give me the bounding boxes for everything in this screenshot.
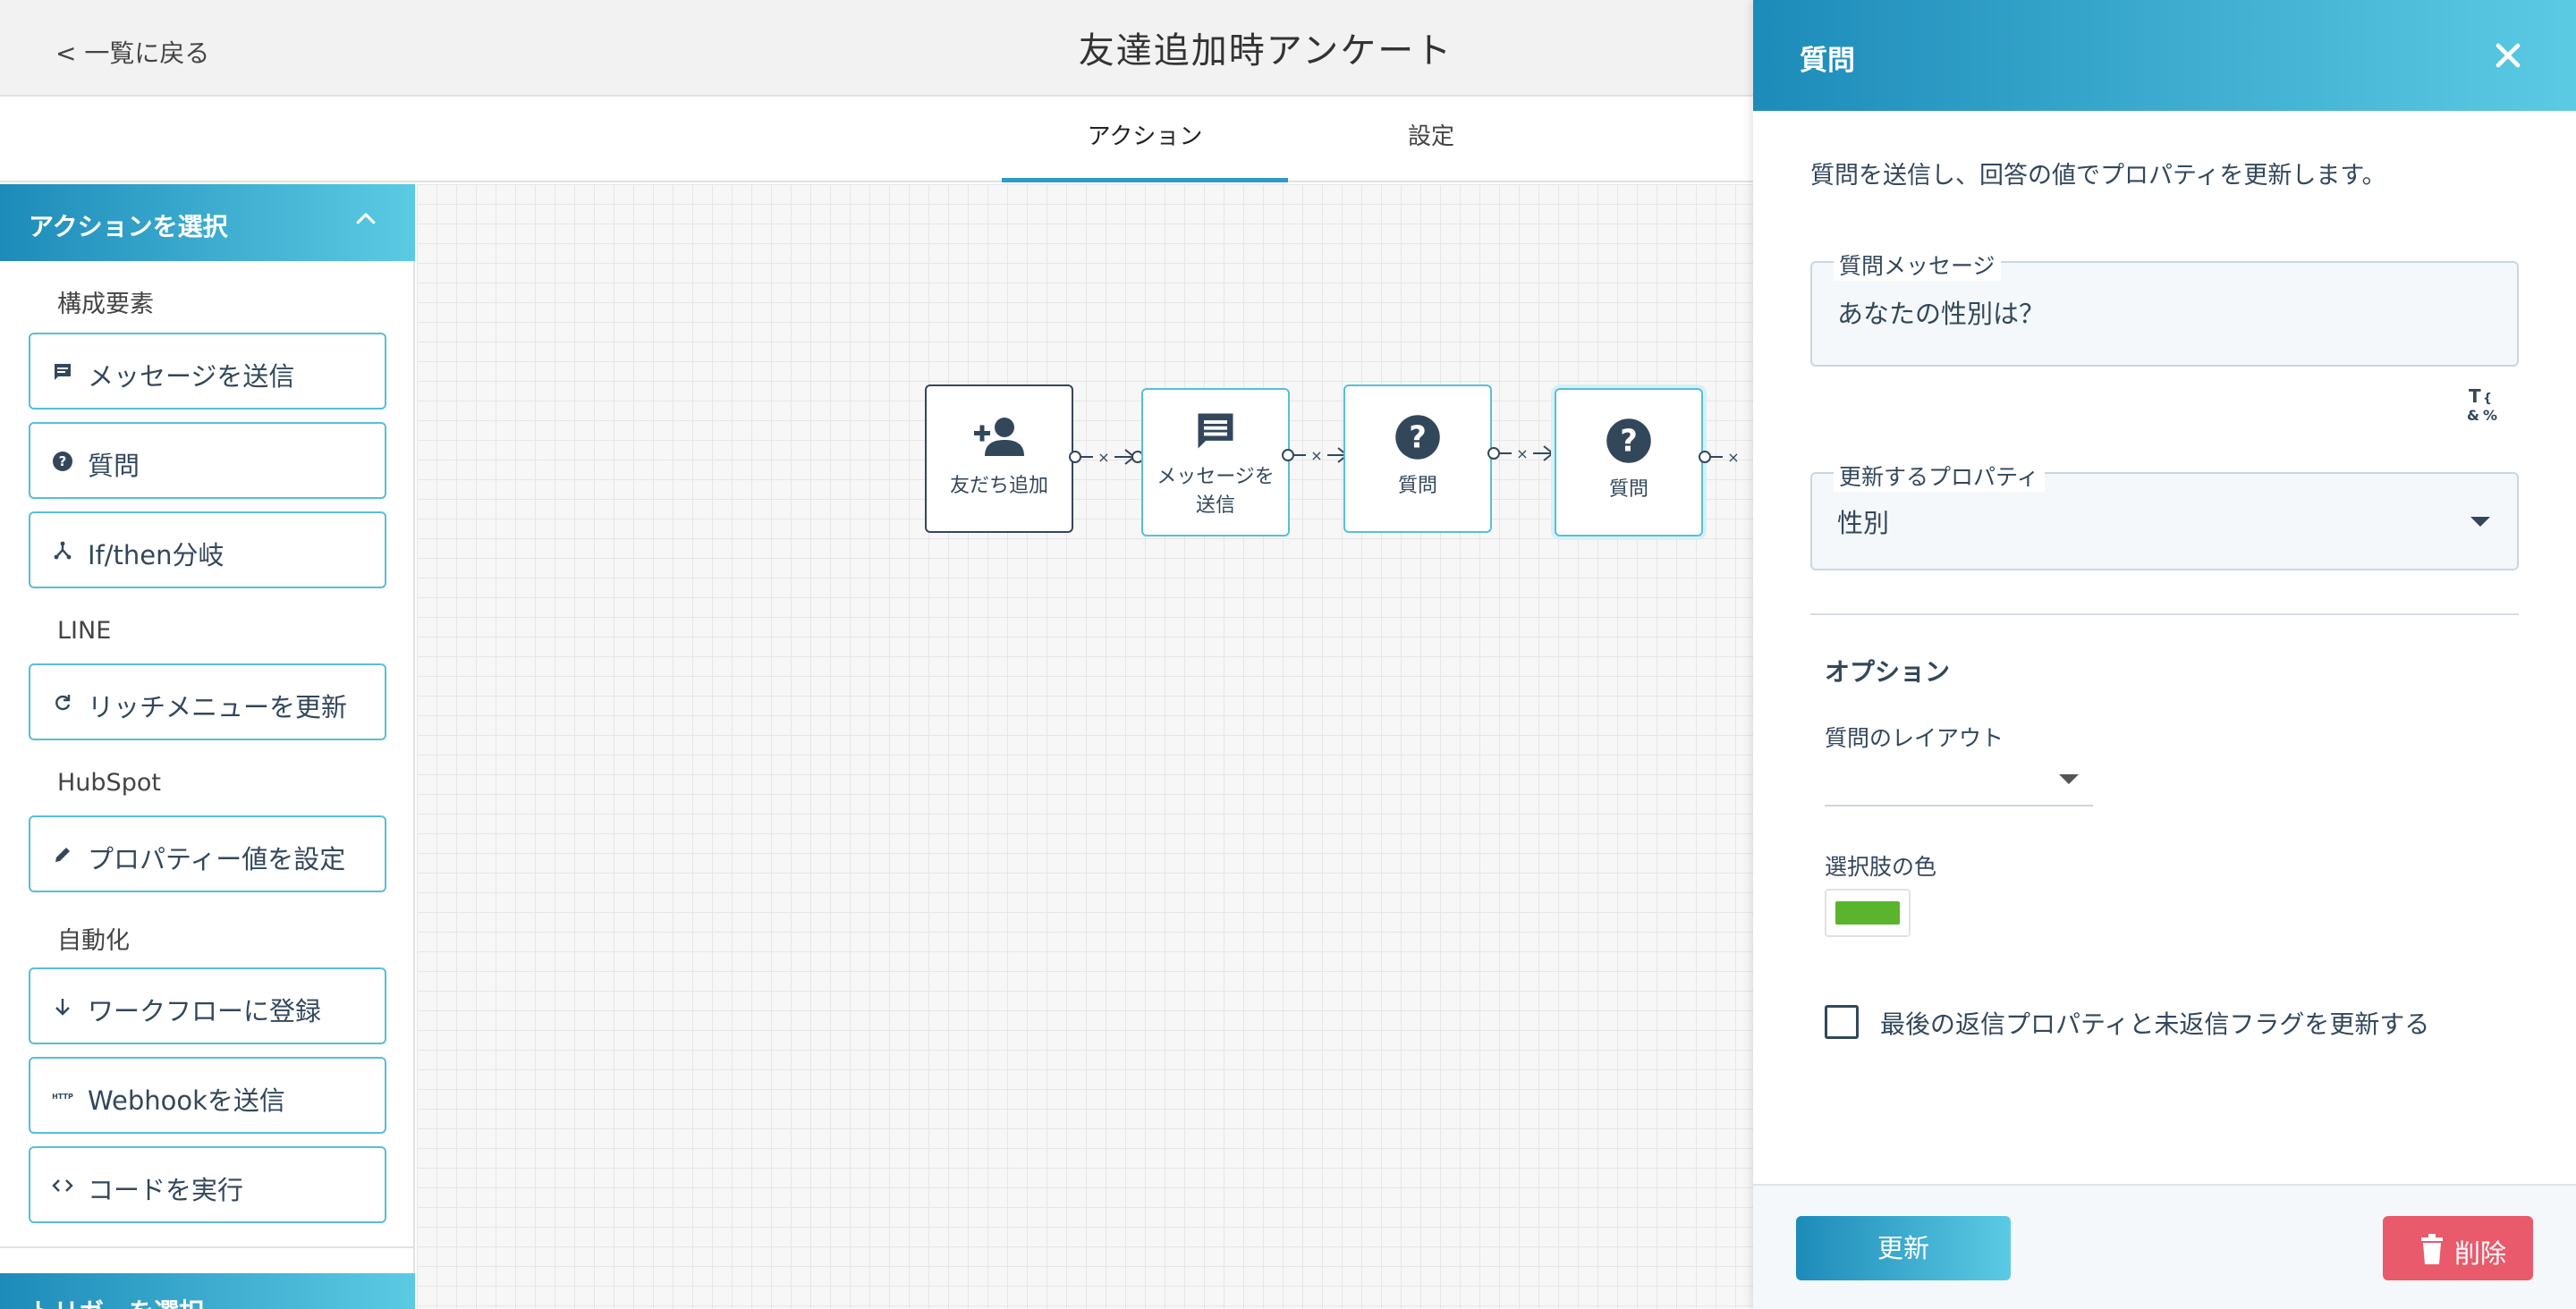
action-label: リッチメニューを更新	[88, 692, 348, 722]
tab-bar: アクション 設定	[0, 97, 1753, 182]
connector-delete-glyph[interactable]: ×	[1310, 447, 1322, 464]
action-send-message-button[interactable]: メッセージを送信	[29, 333, 386, 410]
node-label: メッセージを送信	[1157, 466, 1275, 517]
select-trigger-panel-header[interactable]: トリガーを選択	[0, 1273, 415, 1309]
delete-button[interactable]: 削除	[2383, 1216, 2533, 1280]
http-icon: HTTP	[50, 1084, 75, 1109]
color-swatch	[1835, 901, 1900, 925]
field-label: 更新するプロパティ	[1834, 460, 2045, 492]
svg-text:HTTP: HTTP	[52, 1093, 73, 1101]
delete-label: 削除	[2454, 1238, 2507, 1269]
code-icon	[50, 1173, 75, 1198]
panel-description: 質問を送信し、回答の値でプロパティを更新します。	[1810, 162, 2386, 190]
layout-label: 質問のレイアウト	[1825, 725, 2004, 751]
property-value: 性別	[1837, 508, 1890, 538]
branch-icon	[50, 538, 75, 563]
section-label-hubspot: HubSpot	[57, 769, 161, 797]
connector: ×	[1069, 449, 1144, 466]
node-label: 質問	[1397, 475, 1437, 497]
tab-settings[interactable]: 設定	[1288, 97, 1574, 182]
checkbox-label: 最後の返信プロパティと未返信フラグを更新する	[1880, 1009, 2430, 1039]
trash-icon	[2419, 1234, 2445, 1271]
message-icon	[50, 359, 75, 384]
node-add-friend[interactable]: 友だち追加	[925, 384, 1073, 533]
action-set-property-button[interactable]: プロパティー値を設定	[29, 815, 386, 892]
section-label-automation: 自動化	[57, 927, 130, 955]
question-settings-panel: 質問 質問を送信し、回答の値でプロパティを更新します。 質問メッセージ あなたの…	[1753, 0, 2576, 1309]
node-send-message[interactable]: メッセージを送信	[1141, 388, 1290, 536]
svg-text:{: {	[2483, 392, 2492, 406]
action-enroll-workflow-button[interactable]: ワークフローに登録	[29, 967, 386, 1044]
workflow-canvas[interactable]: 友だち追加 × メッセージを送信 × ? 質問 × ? 質問 ×	[417, 184, 1753, 1309]
action-label: メッセージを送信	[88, 361, 295, 392]
svg-text:&: &	[2467, 407, 2479, 424]
svg-text:?: ?	[1409, 419, 1427, 454]
panel-title: 質問	[1800, 45, 1855, 77]
node-question[interactable]: ? 質問	[1343, 384, 1492, 533]
add-friend-icon	[927, 413, 1072, 463]
connector-delete-glyph[interactable]: ×	[1727, 449, 1739, 466]
action-sidebar: アクションを選択 構成要素 メッセージを送信 ? 質問 If/then分岐 LI…	[0, 184, 415, 1309]
action-update-rich-menu-button[interactable]: リッチメニューを更新	[29, 663, 386, 740]
property-select[interactable]: 更新するプロパティ 性別	[1810, 460, 2519, 570]
tab-actions[interactable]: アクション	[1002, 97, 1288, 182]
pencil-icon	[50, 842, 75, 867]
action-label: Webhookを送信	[88, 1085, 285, 1116]
action-question-button[interactable]: ? 質問	[29, 422, 386, 499]
message-icon	[1143, 408, 1288, 458]
arrow-down-icon	[50, 994, 75, 1019]
action-run-code-button[interactable]: コードを実行	[29, 1146, 386, 1223]
action-branch-button[interactable]: If/then分岐	[29, 511, 386, 588]
action-label: ワークフローに登録	[88, 996, 322, 1026]
svg-text:?: ?	[1620, 423, 1638, 458]
connector: ×	[1487, 445, 1563, 462]
connector: ×	[1699, 449, 1740, 466]
node-label: 質問	[1608, 478, 1648, 501]
select-action-panel-header[interactable]: アクションを選択	[0, 184, 415, 261]
caret-down-icon	[2470, 517, 2490, 527]
node-label: 友だち追加	[949, 475, 1048, 497]
update-reply-flag-checkbox[interactable]	[1825, 1005, 1859, 1039]
sidebar-divider	[0, 1246, 415, 1248]
options-title: オプション	[1825, 657, 1951, 687]
color-label: 選択肢の色	[1825, 854, 1937, 880]
section-label-line: LINE	[57, 617, 112, 645]
panel-title: アクションを選択	[29, 212, 228, 241]
question-icon: ?	[1345, 413, 1490, 463]
action-label: If/then分岐	[88, 540, 225, 570]
question-message-field[interactable]: 質問メッセージ あなたの性別は？	[1810, 249, 2519, 367]
caret-down-icon	[2059, 774, 2079, 784]
connector-delete-glyph[interactable]: ×	[1097, 449, 1109, 466]
action-label: プロパティー値を設定	[88, 844, 346, 874]
section-divider	[1810, 613, 2519, 615]
top-header: < 一覧に戻る 友達追加時アンケート	[0, 0, 1753, 97]
panel-header: 質問	[1753, 0, 2576, 111]
panel-footer: 更新 削除	[1753, 1184, 2576, 1309]
personalization-token-icon[interactable]: T{&%	[2465, 384, 2504, 424]
close-icon[interactable]	[2488, 36, 2528, 75]
connector-delete-glyph[interactable]: ×	[1516, 445, 1528, 462]
field-label: 質問メッセージ	[1834, 249, 2001, 281]
color-picker[interactable]	[1825, 889, 1911, 937]
question-icon: ?	[50, 449, 75, 474]
action-label: コードを実行	[88, 1175, 244, 1205]
update-button[interactable]: 更新	[1796, 1216, 2011, 1280]
svg-text:%: %	[2483, 407, 2497, 424]
node-question-selected[interactable]: ? 質問	[1555, 388, 1703, 536]
svg-text:T: T	[2469, 385, 2481, 407]
action-send-webhook-button[interactable]: HTTP Webhookを送信	[29, 1057, 386, 1134]
svg-text:?: ?	[59, 453, 67, 469]
section-label-components: 構成要素	[57, 291, 154, 318]
question-icon: ?	[1556, 417, 1701, 467]
refresh-icon	[50, 690, 75, 715]
action-label: 質問	[88, 451, 140, 481]
question-message-value: あなたの性別は？	[1837, 299, 2046, 329]
chevron-up-icon	[352, 206, 379, 239]
layout-select[interactable]	[1825, 756, 2093, 807]
